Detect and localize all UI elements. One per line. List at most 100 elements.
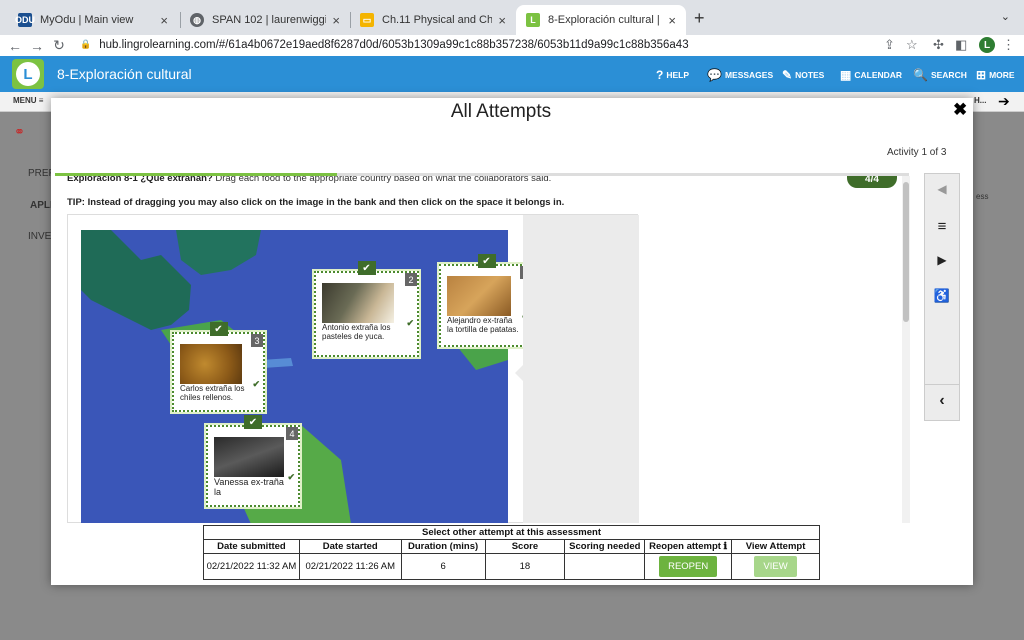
score-badge: 4/4	[847, 176, 897, 188]
col-date-submitted: Date submitted	[203, 539, 300, 554]
card-number: 2	[405, 273, 417, 286]
nav-messages[interactable]: 💬 MESSAGES	[707, 68, 773, 82]
cell-score: 18	[484, 553, 566, 580]
help-icon: ?	[656, 68, 664, 82]
extensions-puzzle-icon[interactable]: ✣	[933, 37, 944, 53]
vertical-scrollbar[interactable]	[902, 176, 910, 523]
browser-tab-lingro-active[interactable]: L 8-Exploración cultural | Lingrol ×	[516, 5, 686, 35]
next-triangle-icon[interactable]: ▶	[925, 253, 959, 267]
question-text: Exploración 8-1 ¿Qué extrañan? Drag each…	[67, 176, 551, 184]
nav-help[interactable]: ? HELP	[656, 68, 689, 82]
correct-check-icon: ✔	[477, 254, 496, 268]
browser-tab-span102[interactable]: ◍ SPAN 102 | laurenwiggins ×	[180, 5, 350, 35]
previous-triangle-icon[interactable]: ◀	[925, 182, 959, 196]
north-america-shape	[81, 230, 191, 330]
browser-tab-ch11[interactable]: ▭ Ch.11 Physical and Chemical C ×	[350, 5, 516, 35]
tab-close-icon[interactable]: ×	[668, 13, 676, 28]
col-score: Score	[484, 539, 566, 554]
bg-nav-inve: INVE	[28, 231, 52, 242]
grid-icon: ⊞	[976, 68, 987, 82]
tab-title: 8-Exploración cultural | Lingrol	[548, 14, 662, 26]
forward-arrow-icon[interactable]: →	[26, 38, 48, 54]
nav-label: MESSAGES	[724, 70, 774, 80]
drop-card-4[interactable]: ✔ 4 Vanessa ex-traña la ✔	[206, 415, 300, 507]
nav-label: HELP	[666, 70, 690, 80]
tab-search-chevron-icon[interactable]: ⌄	[1001, 10, 1010, 23]
tab-title: MyOdu | Main view	[40, 14, 134, 26]
lingro-favicon-icon: L	[526, 13, 540, 27]
card-caption: Alejandro ex-traña la tortilla de patata…	[447, 316, 519, 334]
col-reopen-attempt: Reopen attempt ℹ	[644, 539, 733, 554]
back-arrow-icon[interactable]: ←	[4, 38, 26, 54]
nav-search[interactable]: 🔍 SEARCH	[913, 68, 967, 82]
scrollbar-thumb[interactable]	[903, 182, 909, 322]
attempts-table: Select other attempt at this assessment …	[203, 525, 820, 580]
nav-label: SEARCH	[930, 70, 967, 80]
messages-icon: 💬	[707, 68, 722, 82]
reopen-button[interactable]: REOPEN	[659, 556, 718, 577]
tab-title: Ch.11 Physical and Chemical C	[382, 14, 493, 26]
browser-menu-kebab-icon[interactable]: ⋮	[1002, 37, 1015, 53]
nav-calendar[interactable]: ▦ CALENDAR	[840, 68, 902, 82]
drop-card-3[interactable]: ✔ 3 Carlos extraña los chiles rellenos. …	[172, 322, 265, 412]
collapse-chevron-left-icon[interactable]: ‹	[925, 392, 959, 410]
cell-date-submitted: 02/21/2022 11:32 AM	[203, 553, 300, 580]
tab-close-icon[interactable]: ×	[332, 13, 340, 28]
browser-tab-myodu[interactable]: ODU MyOdu | Main view ×	[8, 5, 178, 35]
chiles-image	[180, 344, 242, 384]
lingro-logo[interactable]: L	[12, 59, 44, 89]
drop-card-1[interactable]: ✔ 1 Alejandro ex-traña la tortilla de pa…	[439, 254, 534, 347]
binoculars-icon: ⚭	[14, 124, 25, 139]
check-icon: ✔	[406, 318, 414, 328]
side-toolbar: ◀ ≡ ▶ ♿ ‹	[924, 173, 960, 421]
bg-next-activity: H...	[974, 96, 987, 105]
profile-avatar[interactable]: L	[979, 37, 995, 53]
nav-notes[interactable]: ✎ NOTES	[782, 68, 824, 82]
lock-icon: 🔒	[80, 39, 92, 49]
menu-lines-icon[interactable]: ≡	[925, 218, 959, 235]
activity-content: Exploración 8-1 ¿Qué extrañan? Drag each…	[61, 176, 906, 523]
bookmark-star-icon[interactable]: ☆	[906, 37, 918, 53]
tip-text: TIP: Instead of dragging you may also cl…	[67, 197, 565, 208]
all-attempts-modal: All Attempts ✖ Activity 1 of 3 Exploraci…	[51, 98, 973, 585]
browser-toolbar: ← → ↻ 🔒 hub.lingrolearning.com/#/61a4b06…	[0, 35, 1024, 56]
accessibility-icon[interactable]: ♿	[925, 288, 959, 304]
word-bank-panel	[515, 215, 639, 523]
correct-check-icon: ✔	[244, 415, 262, 429]
bank-pointer	[515, 365, 523, 381]
question-title: Exploración 8-1 ¿Qué extrañan?	[67, 176, 213, 184]
app-header: L 8-Exploración cultural ? HELP 💬 MESSAGES…	[0, 56, 1024, 92]
sidepanel-icon[interactable]: ◧	[955, 37, 967, 53]
tab-close-icon[interactable]: ×	[498, 13, 506, 28]
col-view-attempt: View Attempt	[731, 539, 820, 554]
col-duration: Duration (mins)	[400, 539, 486, 554]
address-bar[interactable]: 🔒 hub.lingrolearning.com/#/61a4b0672e19a…	[80, 35, 880, 54]
close-icon[interactable]: ✖	[953, 100, 967, 120]
nav-label: CALENDAR	[854, 70, 903, 80]
share-icon[interactable]: ⇪	[884, 37, 895, 53]
menu-toggle[interactable]: MENU ≡	[13, 96, 43, 105]
nav-label: MORE	[989, 70, 1015, 80]
card-caption: Antonio extraña los pasteles de yuca.	[322, 323, 391, 341]
tortilla-image	[447, 276, 511, 316]
greenland-shape	[176, 230, 261, 275]
card-number: 3	[251, 334, 263, 347]
drop-card-2[interactable]: ✔ 2 Antonio extraña los pasteles de yuca…	[314, 261, 419, 357]
reload-icon[interactable]: ↻	[48, 37, 70, 54]
activity-counter: Activity 1 of 3	[887, 147, 947, 158]
bg-progress-label: ess	[976, 192, 989, 201]
new-tab-plus-icon[interactable]: +	[694, 8, 705, 29]
tab-close-icon[interactable]: ×	[160, 13, 168, 28]
pasteles-image	[322, 283, 394, 323]
nav-label: NOTES	[795, 70, 825, 80]
modal-title: All Attempts	[450, 101, 552, 122]
nav-more[interactable]: ⊞ MORE	[976, 68, 1015, 82]
tamales-image	[214, 437, 284, 477]
card-caption: Carlos extraña los chiles rellenos.	[180, 384, 245, 402]
cell-scoring-needed	[564, 553, 646, 580]
odu-favicon-icon: ODU	[15, 13, 35, 27]
view-attempt-button[interactable]: VIEW	[754, 556, 797, 577]
cell-duration: 6	[400, 553, 486, 580]
question-instructions: Drag each food to the appropriate countr…	[215, 176, 552, 184]
browser-tab-strip: ODU MyOdu | Main view × ◍ SPAN 102 | lau…	[0, 0, 1024, 35]
